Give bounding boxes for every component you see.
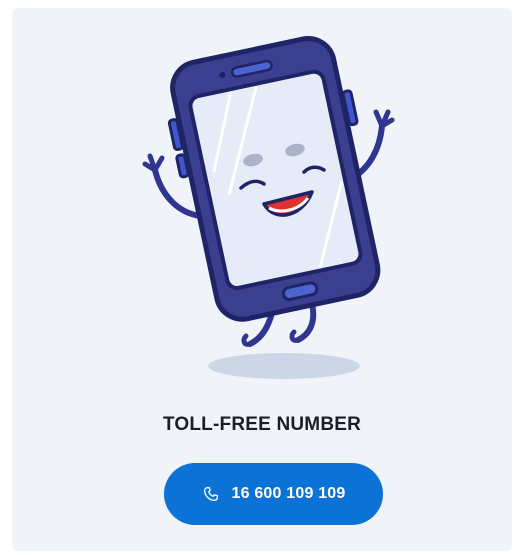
- contact-card: TOLL-FREE NUMBER 16 600 109 109: [12, 8, 512, 551]
- happy-phone-illustration: [142, 36, 395, 379]
- phone-body: [167, 36, 381, 322]
- phone-number-label: 16 600 109 109: [231, 485, 346, 502]
- phone-icon: [204, 487, 219, 501]
- call-number-button[interactable]: 16 600 109 109: [164, 463, 383, 525]
- section-title: TOLL-FREE NUMBER: [162, 414, 362, 435]
- shadow-ellipse: [208, 353, 360, 379]
